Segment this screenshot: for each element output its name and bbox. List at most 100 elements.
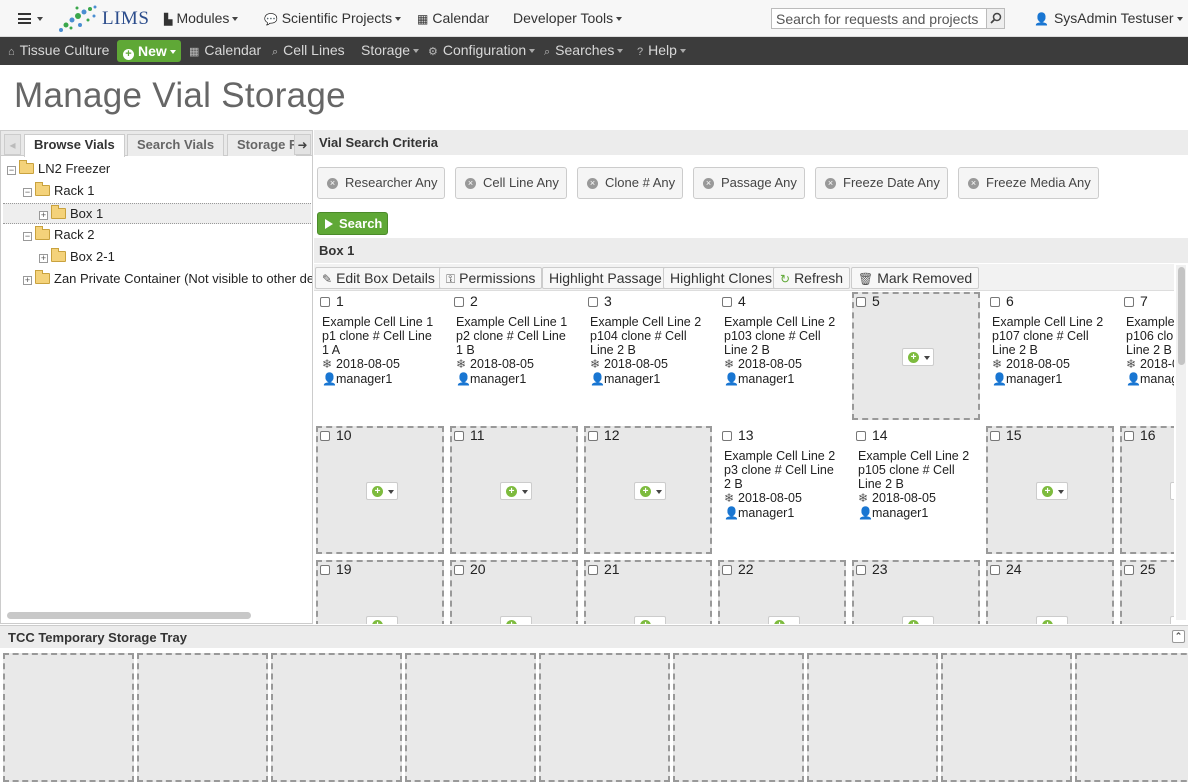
remove-icon[interactable]: ×	[825, 178, 836, 189]
vial-checkbox[interactable]	[722, 297, 732, 307]
empty-vial-slot[interactable]: 12 +	[584, 426, 712, 554]
nav-storage[interactable]: Storage	[361, 37, 420, 65]
highlight-passage-button[interactable]: Highlight Passage	[542, 267, 669, 289]
nav-cell-lines[interactable]: ⌕ Cell Lines	[272, 37, 345, 65]
add-vial-button[interactable]: +	[634, 482, 666, 500]
empty-vial-slot[interactable]: 25 +	[1120, 560, 1174, 624]
empty-vial-slot[interactable]: 5 +	[852, 292, 980, 420]
tray-slot[interactable]	[673, 653, 804, 782]
remove-icon[interactable]: ×	[587, 178, 598, 189]
add-vial-button[interactable]: +	[500, 482, 532, 500]
horizontal-scrollbar[interactable]	[7, 612, 251, 619]
collapse-icon[interactable]: −	[7, 166, 16, 175]
tray-slot[interactable]	[3, 653, 134, 782]
tray-slot[interactable]	[807, 653, 938, 782]
criteria-chip-clone[interactable]: × Clone # Any	[577, 167, 683, 199]
vial-cell[interactable]: 6 Example Cell Line 2 p107 clone # Cell L…	[986, 292, 1114, 420]
remove-icon[interactable]: ×	[327, 178, 338, 189]
criteria-chip-researcher[interactable]: × Researcher Any	[317, 167, 445, 199]
add-vial-button[interactable]: +	[1036, 616, 1068, 624]
tray-slot[interactable]	[271, 653, 402, 782]
empty-vial-slot[interactable]: 19 +	[316, 560, 444, 624]
lims-logo[interactable]: LIMS	[58, 2, 149, 34]
add-vial-button[interactable]: +	[1170, 616, 1174, 624]
search-button[interactable]: Search	[317, 212, 388, 235]
add-vial-button[interactable]: +	[366, 616, 398, 624]
tray-slot[interactable]	[405, 653, 536, 782]
user-menu[interactable]: 👤 SysAdmin Testuser	[1034, 0, 1183, 36]
vial-cell[interactable]: 3 Example Cell Line 2 p104 clone # Cell L…	[584, 292, 712, 420]
tree-item-rack-1[interactable]: − Rack 1	[23, 181, 94, 202]
empty-vial-slot[interactable]: 23 +	[852, 560, 980, 624]
scrollbar-thumb[interactable]	[1178, 267, 1185, 365]
search-button[interactable]	[986, 9, 1004, 28]
vial-checkbox[interactable]	[856, 431, 866, 441]
remove-icon[interactable]: ×	[465, 178, 476, 189]
empty-vial-slot[interactable]: 11 +	[450, 426, 578, 554]
vial-checkbox[interactable]	[588, 431, 598, 441]
empty-vial-slot[interactable]: 10 +	[316, 426, 444, 554]
vial-checkbox[interactable]	[454, 297, 464, 307]
vial-cell[interactable]: 13 Example Cell Line 2 p3 clone # Cell Li…	[718, 426, 846, 554]
vial-checkbox[interactable]	[320, 431, 330, 441]
tab-search-vials[interactable]: Search Vials	[127, 134, 225, 156]
tree-item-rack-2[interactable]: − Rack 2	[23, 225, 94, 246]
tree-item-ln2-freezer[interactable]: − LN2 Freezer	[7, 159, 110, 180]
vial-checkbox[interactable]	[990, 431, 1000, 441]
vial-checkbox[interactable]	[454, 565, 464, 575]
refresh-button[interactable]: ↻ Refresh	[773, 267, 851, 289]
nav-help[interactable]: ? Help	[637, 37, 686, 65]
hamburger-menu-icon[interactable]	[18, 13, 31, 24]
tray-slot[interactable]	[137, 653, 268, 782]
tray-slot[interactable]	[941, 653, 1072, 782]
tray-slot[interactable]	[539, 653, 670, 782]
vial-cell[interactable]: 4 Example Cell Line 2 p103 clone # Cell L…	[718, 292, 846, 420]
tab-scroll-left-icon[interactable]: ◂	[4, 134, 21, 155]
add-vial-button[interactable]: +	[366, 482, 398, 500]
tray-slot[interactable]	[1075, 653, 1188, 782]
vial-checkbox[interactable]	[856, 565, 866, 575]
criteria-chip-freeze-media[interactable]: × Freeze Media Any	[958, 167, 1099, 199]
tab-scroll-right-icon[interactable]: ➜	[294, 134, 311, 155]
vial-cell[interactable]: 14 Example Cell Line 2 p105 clone # Cell …	[852, 426, 980, 554]
nav-calendar[interactable]: ▦ Calendar	[189, 37, 261, 65]
tab-browse-vials[interactable]: Browse Vials	[24, 134, 125, 157]
collapse-icon[interactable]: −	[23, 232, 32, 241]
vial-checkbox[interactable]	[320, 565, 330, 575]
nav-searches[interactable]: ⌕ Searches	[544, 37, 624, 65]
add-vial-button[interactable]: +	[902, 348, 934, 366]
add-vial-button[interactable]: +	[1036, 482, 1068, 500]
search-input[interactable]	[776, 10, 984, 27]
vial-checkbox[interactable]	[856, 297, 866, 307]
add-vial-button[interactable]: +	[500, 616, 532, 624]
empty-vial-slot[interactable]: 16 +	[1120, 426, 1174, 554]
highlight-clones-button[interactable]: Highlight Clones	[663, 267, 779, 289]
vial-cell[interactable]: 1 Example Cell Line 1 p1 clone # Cell Lin…	[316, 292, 444, 420]
vial-checkbox[interactable]	[588, 297, 598, 307]
remove-icon[interactable]: ×	[703, 178, 714, 189]
remove-icon[interactable]: ×	[968, 178, 979, 189]
tree-item-box-2-1[interactable]: + Box 2-1	[39, 247, 115, 268]
calendar-link[interactable]: ▦ Calendar	[417, 0, 489, 36]
empty-vial-slot[interactable]: 24 +	[986, 560, 1114, 624]
criteria-chip-passage[interactable]: × Passage Any	[693, 167, 805, 199]
empty-vial-slot[interactable]: 21 +	[584, 560, 712, 624]
vial-checkbox[interactable]	[320, 297, 330, 307]
new-button[interactable]: + New	[117, 40, 181, 62]
vial-checkbox[interactable]	[1124, 431, 1134, 441]
vial-checkbox[interactable]	[454, 431, 464, 441]
scientific-projects-menu[interactable]: 💬 Scientific Projects	[264, 0, 402, 36]
vial-checkbox[interactable]	[1124, 565, 1134, 575]
vial-checkbox[interactable]	[1124, 297, 1134, 307]
vertical-scrollbar[interactable]	[1176, 265, 1186, 620]
edit-box-details-button[interactable]: ✎ Edit Box Details	[315, 267, 442, 289]
vial-checkbox[interactable]	[990, 565, 1000, 575]
nav-tissue-culture[interactable]: ⌂ Tissue Culture	[8, 37, 109, 65]
expand-icon[interactable]: +	[23, 276, 32, 285]
criteria-chip-freeze-date[interactable]: × Freeze Date Any	[815, 167, 948, 199]
add-vial-button[interactable]: +	[768, 616, 800, 624]
collapse-icon[interactable]: −	[23, 188, 32, 197]
add-vial-button[interactable]: +	[1170, 482, 1174, 500]
vial-checkbox[interactable]	[588, 565, 598, 575]
empty-vial-slot[interactable]: 20 +	[450, 560, 578, 624]
